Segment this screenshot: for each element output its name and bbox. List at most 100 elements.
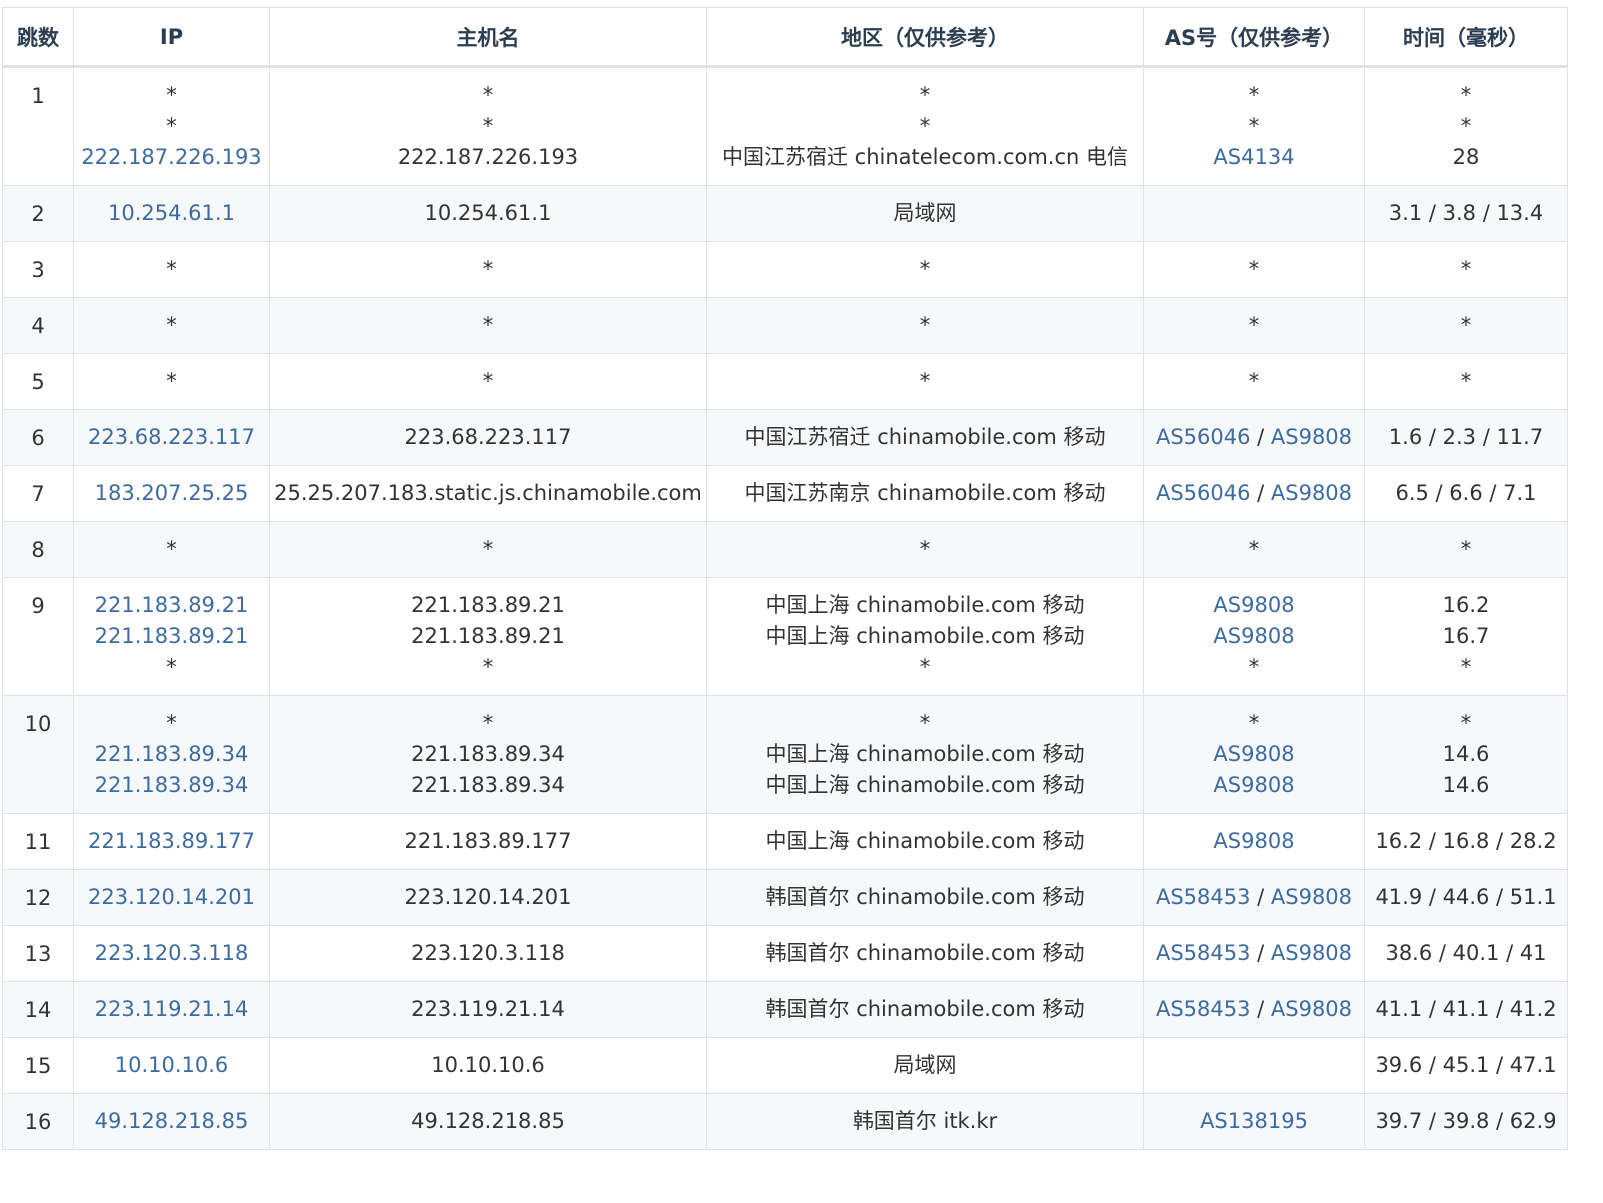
header-region: 地区（仅供参考） (706, 7, 1144, 68)
asn-line: AS4134 (1144, 142, 1364, 173)
hostname-cell: * 221.183.89.34 221.183.89.34 (269, 695, 707, 814)
hostname-cell: 221.183.89.177 (269, 813, 707, 870)
asn-line (1144, 1050, 1364, 1081)
table-row: 16 49.128.218.85 49.128.218.85 韩国首尔 itk.kr A… (2, 1093, 1568, 1150)
asn-link[interactable]: AS9808 (1271, 941, 1352, 965)
region-cell: 韩国首尔 chinamobile.com 移动 (706, 981, 1144, 1038)
ip-link[interactable]: 10.10.10.6 (74, 1050, 269, 1081)
asn-link[interactable]: AS9808 (1213, 624, 1294, 648)
region-text: 中国江苏宿迁 chinamobile.com 移动 (744, 425, 1106, 449)
ip-link[interactable]: 221.183.89.21 (74, 590, 269, 621)
region-text: 局域网 (893, 201, 957, 225)
ip-link[interactable]: 223.120.14.201 (74, 882, 269, 913)
hostname-cell: * * 222.187.226.193 (269, 66, 707, 186)
table-row: 15 10.10.10.6 10.10.10.6 局域网 39.6 / 45.1 / 4… (2, 1037, 1568, 1094)
asn-link[interactable]: AS9808 (1213, 829, 1294, 853)
asn-link[interactable]: AS58453 (1156, 997, 1251, 1021)
asn-text: * (1248, 711, 1260, 735)
ip-link[interactable]: 221.183.89.34 (74, 770, 269, 801)
time-text: 41.1 / 41.1 / 41.2 (1375, 997, 1557, 1021)
asn-line: * (1144, 310, 1364, 341)
time-cell: * (1364, 297, 1568, 354)
region-text: 中国上海 chinamobile.com 移动 (765, 593, 1085, 617)
asn-link[interactable]: AS58453 (1156, 885, 1251, 909)
asn-cell: * * AS4134 (1143, 66, 1365, 186)
table-header-row: 跳数 IP 主机名 地区（仅供参考） AS号（仅供参考） 时间（毫秒） (2, 7, 1568, 68)
ip-link[interactable]: 222.187.226.193 (74, 142, 269, 173)
asn-line: * (1144, 534, 1364, 565)
asn-line: AS9808 (1144, 590, 1364, 621)
hostname-text: * (482, 537, 494, 561)
asn-link[interactable]: AS9808 (1213, 742, 1294, 766)
asn-text: * (1248, 313, 1260, 337)
time-text: 1.6 / 2.3 / 11.7 (1388, 425, 1544, 449)
ip-link[interactable]: 223.120.3.118 (74, 938, 269, 969)
ip-text: * (166, 369, 177, 393)
region-cell: 局域网 (706, 185, 1144, 242)
hostname-cell: 223.119.21.14 (269, 981, 707, 1038)
asn-link[interactable]: AS4134 (1213, 145, 1294, 169)
asn-link[interactable]: AS9808 (1271, 425, 1352, 449)
time-text: 14.6 (1442, 773, 1490, 797)
hostname-text: 49.128.218.85 (411, 1109, 565, 1133)
time-text: * (1460, 114, 1472, 138)
table-row: 11 221.183.89.177 221.183.89.177 中国上海 china… (2, 813, 1568, 870)
time-text: * (1460, 537, 1472, 561)
ip-cell: * (73, 353, 270, 410)
asn-link[interactable]: AS56046 (1156, 425, 1251, 449)
region-text: * (919, 369, 931, 393)
asn-separator: / (1250, 425, 1271, 449)
table-row: 7 183.207.25.25 25.25.207.183.static.js.ch… (2, 465, 1568, 522)
asn-link[interactable]: AS9808 (1213, 593, 1294, 617)
ip-link[interactable]: 10.254.61.1 (74, 198, 269, 229)
hop-cell: 14 (2, 981, 74, 1038)
hop-cell: 7 (2, 465, 74, 522)
ip-link[interactable]: 223.119.21.14 (74, 994, 269, 1025)
hostname-cell: * (269, 353, 707, 410)
hop-cell: 13 (2, 925, 74, 982)
ip-link[interactable]: 221.183.89.34 (74, 739, 269, 770)
table-row: 2 10.254.61.1 10.254.61.1 局域网 3.1 / 3.8 / 13… (2, 185, 1568, 242)
time-text: 3.1 / 3.8 / 13.4 (1388, 201, 1544, 225)
traceroute-table: 跳数 IP 主机名 地区（仅供参考） AS号（仅供参考） 时间（毫秒） 1 * * 2… (2, 7, 1568, 1150)
time-text: * (1460, 313, 1472, 337)
asn-line: * (1144, 708, 1364, 739)
hostname-text: 222.187.226.193 (397, 145, 579, 169)
ip-cell: 221.183.89.21 221.183.89.21 * (73, 577, 270, 696)
hostname-cell: 223.120.3.118 (269, 925, 707, 982)
region-cell: 中国江苏宿迁 chinamobile.com 移动 (706, 409, 1144, 466)
hop-cell: 1 (2, 66, 74, 186)
asn-link[interactable]: AS9808 (1271, 997, 1352, 1021)
ip-link[interactable]: 221.183.89.177 (74, 826, 269, 857)
region-cell: 韩国首尔 itk.kr (706, 1093, 1144, 1150)
table-body: 1 * * 222.187.226.193 * * 222.187.226.193 * * 中国江… (2, 66, 1568, 1150)
asn-separator: / (1250, 885, 1271, 909)
table-row: 4 * * * * * (2, 297, 1568, 354)
hop-cell: 9 (2, 577, 74, 696)
hop-cell: 4 (2, 297, 74, 354)
ip-link[interactable]: 223.68.223.117 (74, 422, 269, 453)
asn-line: AS58453 / AS9808 (1144, 882, 1364, 913)
ip-link[interactable]: 49.128.218.85 (74, 1106, 269, 1137)
hostname-cell: 223.120.14.201 (269, 869, 707, 926)
ip-cell: 221.183.89.177 (73, 813, 270, 870)
region-text: * (919, 83, 931, 107)
header-hostname: 主机名 (269, 7, 707, 68)
asn-cell (1143, 185, 1365, 242)
ip-link[interactable]: 221.183.89.21 (74, 621, 269, 652)
region-text: 局域网 (893, 1053, 957, 1077)
asn-link[interactable]: AS9808 (1271, 481, 1352, 505)
hop-cell: 5 (2, 353, 74, 410)
asn-text: * (1248, 537, 1260, 561)
asn-link[interactable]: AS9808 (1213, 773, 1294, 797)
asn-link[interactable]: AS9808 (1271, 885, 1352, 909)
time-cell: 41.1 / 41.1 / 41.2 (1364, 981, 1568, 1038)
asn-link[interactable]: AS58453 (1156, 941, 1251, 965)
time-text: 16.7 (1442, 624, 1490, 648)
hostname-cell: 10.10.10.6 (269, 1037, 707, 1094)
asn-line: AS9808 (1144, 770, 1364, 801)
asn-link[interactable]: AS56046 (1156, 481, 1251, 505)
ip-link[interactable]: 183.207.25.25 (74, 478, 269, 509)
table-row: 9 221.183.89.21 221.183.89.21 * 221.183.89.2… (2, 577, 1568, 696)
asn-link[interactable]: AS138195 (1200, 1109, 1308, 1133)
